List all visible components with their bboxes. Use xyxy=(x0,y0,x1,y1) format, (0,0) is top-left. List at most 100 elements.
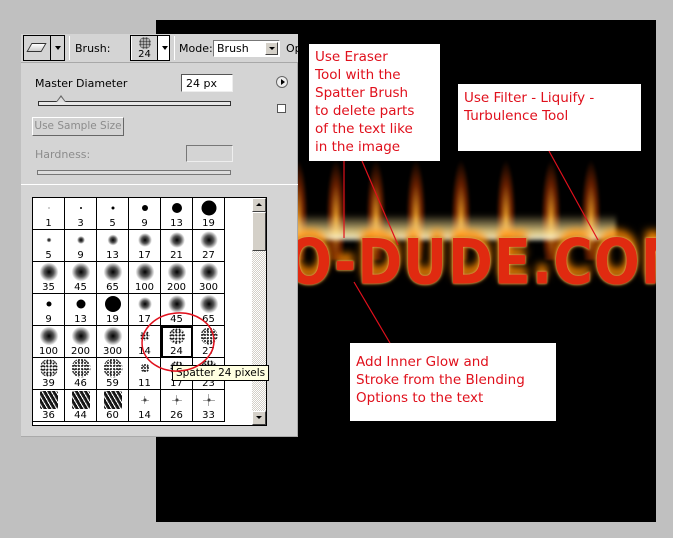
brush-picker-button[interactable]: 24 xyxy=(130,35,170,61)
opacity-label: Opacity xyxy=(286,42,298,55)
hard-brush-tip-icon xyxy=(201,200,216,216)
brush-preset-hard-9[interactable]: 9 xyxy=(129,198,161,230)
brush-preset-size: 5 xyxy=(109,218,116,229)
brush-preset-hard-13[interactable]: 13 xyxy=(65,294,97,326)
star-brush-tip-icon xyxy=(171,395,182,405)
brush-preset-hard-9[interactable]: 9 xyxy=(33,294,65,326)
brush-preset-soft-65[interactable]: 65 xyxy=(97,262,129,294)
soft-brush-tip-icon xyxy=(199,262,218,282)
brush-preset-size: 27 xyxy=(202,346,215,357)
brush-preset-size: 44 xyxy=(74,410,87,421)
brush-preset-size: 200 xyxy=(166,282,187,293)
brush-preset-size: 33 xyxy=(202,410,215,421)
spat-brush-tip-icon xyxy=(71,358,90,378)
mode-label: Mode: xyxy=(179,42,213,55)
brush-preset-list[interactable]: 1 3 5 9 13 19 5 9 13 17 21 27 35 45 65 100 200 300 9 13 19 17… xyxy=(32,197,265,426)
use-sample-size-button[interactable]: Use Sample Size xyxy=(32,117,124,136)
brush-preset-soft-35[interactable]: 35 xyxy=(33,262,65,294)
annotation-eraser-tip: Use Eraser Tool with the Spatter Brush t… xyxy=(309,44,440,161)
brush-preset-size: 14 xyxy=(138,410,151,421)
brush-preset-hard-19[interactable]: 19 xyxy=(193,198,225,230)
brush-preset-spat-59[interactable]: 59 xyxy=(97,358,129,390)
brush-preset-soft-45[interactable]: 45 xyxy=(65,262,97,294)
brush-preset-soft-100[interactable]: 100 xyxy=(33,326,65,358)
brush-preset-spat-27[interactable]: 27 xyxy=(193,326,225,358)
preset-scrollbar[interactable] xyxy=(252,197,267,426)
brush-preset-size: 36 xyxy=(42,410,55,421)
new-preset-icon[interactable] xyxy=(277,104,286,113)
brush-preset-soft-300[interactable]: 300 xyxy=(193,262,225,294)
soft-brush-tip-icon xyxy=(46,237,51,243)
brush-preset-grid: 1 3 5 9 13 19 5 9 13 17 21 27 35 45 65 100 200 300 9 13 19 17… xyxy=(33,198,225,422)
brush-preset-soft-5[interactable]: 5 xyxy=(33,230,65,262)
scroll-up-button[interactable] xyxy=(252,198,266,212)
soft-brush-tip-icon xyxy=(199,231,218,249)
tool-options-bar: Brush: 24 Mode: Brush Opacity xyxy=(21,34,298,63)
brush-preset-hard-19[interactable]: 19 xyxy=(97,294,129,326)
brush-preset-hard-3[interactable]: 3 xyxy=(65,198,97,230)
chevron-down-icon[interactable] xyxy=(265,42,278,55)
brush-preset-size: 19 xyxy=(106,314,119,325)
brush-preset-spat-24[interactable]: 24 xyxy=(161,326,193,358)
scroll-down-button[interactable] xyxy=(252,411,266,425)
brush-preset-soft-300[interactable]: 300 xyxy=(97,326,129,358)
scroll-thumb[interactable] xyxy=(252,212,266,251)
soft-brush-tip-icon xyxy=(167,262,186,282)
master-diameter-slider[interactable] xyxy=(38,101,231,106)
brush-preset-hard-13[interactable]: 13 xyxy=(161,198,193,230)
brush-preset-soft-17[interactable]: 17 xyxy=(129,230,161,262)
master-diameter-slider-thumb[interactable] xyxy=(56,95,67,102)
brush-preset-size: 17 xyxy=(138,314,151,325)
brush-preset-size: 300 xyxy=(198,282,219,293)
brush-preset-soft-65[interactable]: 65 xyxy=(193,294,225,326)
brush-preset-size: 14 xyxy=(138,346,151,357)
soft-brush-tip-icon xyxy=(103,326,122,346)
brush-preset-soft-13[interactable]: 13 xyxy=(97,230,129,262)
brush-preset-soft-21[interactable]: 21 xyxy=(161,230,193,262)
annotation-liquify-tip: Use Filter - Liquify - Turbulence Tool xyxy=(458,84,641,151)
brush-preset-soft-45[interactable]: 45 xyxy=(161,294,193,326)
soft-brush-tip-icon xyxy=(137,233,152,247)
chevron-down-icon xyxy=(55,46,61,50)
brush-preset-hard-1[interactable]: 1 xyxy=(33,198,65,230)
brush-preset-size: 21 xyxy=(170,250,183,261)
divider xyxy=(174,36,175,60)
brush-preset-soft-100[interactable]: 100 xyxy=(129,262,161,294)
chevron-down-icon xyxy=(162,46,168,50)
brush-preset-spat-39[interactable]: 39 xyxy=(33,358,65,390)
hardness-slider[interactable] xyxy=(37,170,231,175)
soft-brush-tip-icon xyxy=(107,234,118,246)
brush-preset-chalk-60[interactable]: 60 xyxy=(97,390,129,422)
tool-preset-picker[interactable] xyxy=(23,35,65,61)
brush-preset-star-33[interactable]: 33 xyxy=(193,390,225,422)
master-diameter-input[interactable]: 24 px xyxy=(181,74,233,92)
soft-brush-tip-icon xyxy=(71,326,90,346)
brush-preset-soft-200[interactable]: 200 xyxy=(161,262,193,294)
divider xyxy=(21,184,298,185)
brush-preset-spat-46[interactable]: 46 xyxy=(65,358,97,390)
mode-value: Brush xyxy=(217,42,249,55)
brush-preset-size: 65 xyxy=(202,314,215,325)
brush-preset-star-14[interactable]: 14 xyxy=(129,390,161,422)
brush-preset-spat-14[interactable]: 14 xyxy=(129,326,161,358)
panel-menu-arrow-icon[interactable] xyxy=(276,76,288,88)
star-brush-tip-icon xyxy=(202,394,215,406)
brush-preset-spat-11[interactable]: 11 xyxy=(129,358,161,390)
brush-preset-soft-9[interactable]: 9 xyxy=(65,230,97,262)
mode-select[interactable]: Brush xyxy=(213,40,280,57)
brush-preset-star-26[interactable]: 26 xyxy=(161,390,193,422)
brush-preset-soft-27[interactable]: 27 xyxy=(193,230,225,262)
hardness-input[interactable] xyxy=(186,145,233,162)
brush-preset-hard-5[interactable]: 5 xyxy=(97,198,129,230)
brush-preset-soft-200[interactable]: 200 xyxy=(65,326,97,358)
brush-preset-size: 1 xyxy=(45,218,52,229)
brush-preset-size: 5 xyxy=(45,250,52,261)
eraser-icon xyxy=(26,43,47,52)
brush-preset-size: 45 xyxy=(74,282,87,293)
brush-preset-soft-17[interactable]: 17 xyxy=(129,294,161,326)
soft-brush-tip-icon xyxy=(39,326,58,346)
brush-preset-chalk-36[interactable]: 36 xyxy=(33,390,65,422)
brush-preset-size: 13 xyxy=(106,250,119,261)
brush-preset-size: 100 xyxy=(38,346,59,357)
brush-preset-chalk-44[interactable]: 44 xyxy=(65,390,97,422)
